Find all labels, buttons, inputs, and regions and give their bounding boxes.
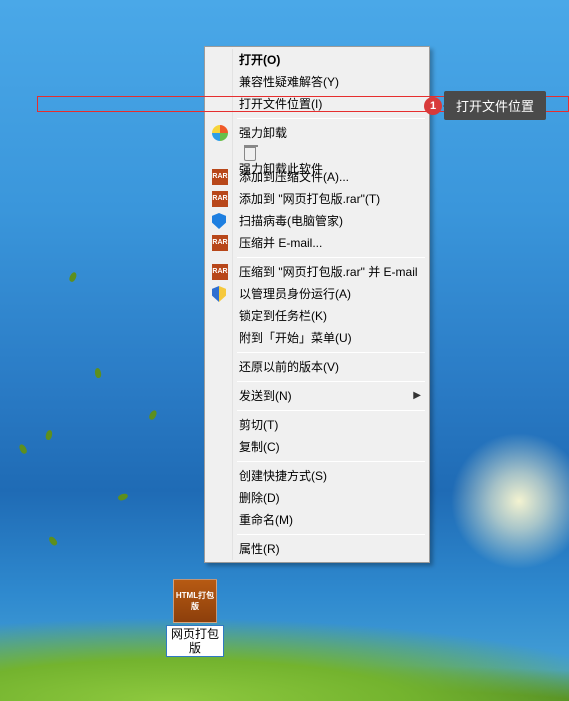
rar-icon: RAR — [212, 169, 228, 185]
menu-item[interactable]: 重命名(M) — [207, 509, 427, 531]
menu-separator — [237, 352, 425, 353]
shortcut-tile: HTML打包版 — [173, 579, 217, 623]
annotation-callout: 1 打开文件位置 — [424, 91, 546, 120]
leaf-decor — [94, 368, 102, 379]
menu-item-label: 添加到 "网页打包版.rar"(T) — [239, 192, 380, 206]
shortcut-label: 网页打包版 — [166, 625, 224, 657]
menu-item-label: 压缩并 E-mail... — [239, 236, 322, 250]
menu-item[interactable]: 属性(R) — [207, 538, 427, 560]
menu-item-label: 复制(C) — [239, 440, 280, 454]
menu-item[interactable]: 复制(C) — [207, 436, 427, 458]
menu-item-label: 以管理员身份运行(A) — [239, 287, 351, 301]
leaf-decor — [68, 271, 78, 283]
menu-item-label: 创建快捷方式(S) — [239, 469, 327, 483]
menu-item[interactable]: RAR 添加到 "网页打包版.rar"(T) — [207, 188, 427, 210]
menu-item-label: 删除(D) — [239, 491, 280, 505]
menu-item[interactable]: 发送到(N) ▶ — [207, 385, 427, 407]
menu-item[interactable]: 打开(O) — [207, 49, 427, 71]
menu-item-label: 锁定到任务栏(K) — [239, 309, 327, 323]
menu-item[interactable]: 强力卸载此软件 — [207, 144, 427, 166]
menu-item[interactable]: 创建快捷方式(S) — [207, 465, 427, 487]
menu-item-label: 属性(R) — [239, 542, 280, 556]
leaf-decor — [45, 429, 53, 440]
360-icon — [212, 125, 228, 141]
menu-item-label: 附到「开始」菜单(U) — [239, 331, 352, 345]
menu-separator — [237, 381, 425, 382]
shield-icon — [212, 213, 226, 229]
menu-item[interactable]: RAR 压缩并 E-mail... — [207, 232, 427, 254]
menu-item[interactable]: 删除(D) — [207, 487, 427, 509]
shield-icon — [212, 286, 226, 302]
annotation-tooltip: 打开文件位置 — [444, 91, 546, 120]
menu-item-label: 添加到压缩文件(A)... — [239, 170, 349, 184]
menu-separator — [237, 461, 425, 462]
menu-item-label: 压缩到 "网页打包版.rar" 并 E-mail — [239, 265, 418, 279]
menu-item-label: 打开(O) — [239, 53, 280, 67]
chevron-right-icon: ▶ — [413, 385, 421, 407]
leaf-decor — [148, 409, 158, 421]
menu-item[interactable]: 强力卸载 — [207, 122, 427, 144]
menu-item-label: 剪切(T) — [239, 418, 278, 432]
menu-item[interactable]: 兼容性疑难解答(Y) — [207, 71, 427, 93]
menu-item[interactable]: 剪切(T) — [207, 414, 427, 436]
menu-separator — [237, 410, 425, 411]
menu-list: 打开(O) 兼容性疑难解答(Y) 打开文件位置(I) 强力卸载强力卸载此软件 RAR 添加… — [207, 49, 427, 560]
menu-item[interactable]: 还原以前的版本(V) — [207, 356, 427, 378]
leaf-decor — [18, 443, 28, 455]
desktop-shortcut[interactable]: HTML打包版 网页打包版 — [166, 579, 224, 657]
menu-item-label: 发送到(N) — [239, 389, 292, 403]
menu-item[interactable]: RAR 压缩到 "网页打包版.rar" 并 E-mail — [207, 261, 427, 283]
menu-separator — [237, 534, 425, 535]
context-menu: 打开(O) 兼容性疑难解答(Y) 打开文件位置(I) 强力卸载强力卸载此软件 RAR 添加… — [204, 46, 430, 563]
menu-item[interactable]: 以管理员身份运行(A) — [207, 283, 427, 305]
menu-item-label: 扫描病毒(电脑管家) — [239, 214, 343, 228]
menu-item[interactable]: 扫描病毒(电脑管家) — [207, 210, 427, 232]
rar-icon: RAR — [212, 191, 228, 207]
rar-icon: RAR — [212, 264, 228, 280]
menu-item-label: 打开文件位置(I) — [239, 97, 322, 111]
menu-item[interactable]: 锁定到任务栏(K) — [207, 305, 427, 327]
trash-icon — [244, 147, 256, 161]
menu-item-label: 兼容性疑难解答(Y) — [239, 75, 339, 89]
menu-item-label: 重命名(M) — [239, 513, 293, 527]
menu-item[interactable]: 打开文件位置(I) — [207, 93, 427, 115]
menu-item[interactable]: RAR 添加到压缩文件(A)... — [207, 166, 427, 188]
shortcut-tile-text: HTML打包版 — [174, 590, 216, 612]
menu-item[interactable]: 附到「开始」菜单(U) — [207, 327, 427, 349]
rar-icon: RAR — [212, 235, 228, 251]
menu-item-label: 强力卸载 — [239, 126, 287, 140]
menu-separator — [237, 118, 425, 119]
menu-item-label: 还原以前的版本(V) — [239, 360, 339, 374]
menu-separator — [237, 257, 425, 258]
